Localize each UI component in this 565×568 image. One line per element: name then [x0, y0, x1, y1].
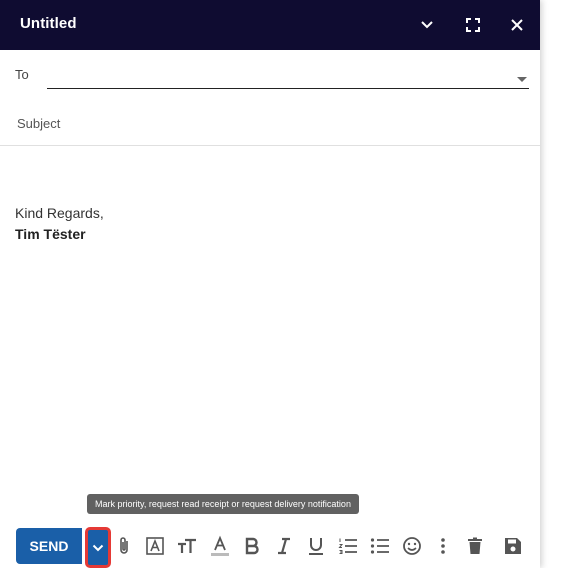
emoji-button[interactable] [400, 534, 424, 558]
save-icon [505, 538, 521, 554]
send-options-button[interactable] [85, 527, 111, 568]
text-box-icon [146, 537, 164, 555]
title-bar: Untitled [0, 0, 540, 50]
fullscreen-button[interactable] [461, 13, 485, 37]
signature-line: Kind Regards, [15, 205, 104, 221]
to-label: To [15, 67, 29, 82]
more-vertical-icon [441, 538, 445, 554]
compose-window: Untitled To Kind Regards, Tim Tëster [0, 0, 540, 568]
emoji-icon [403, 537, 421, 555]
italic-icon [278, 537, 290, 555]
underline-button[interactable] [304, 534, 328, 558]
message-body[interactable]: Kind Regards, Tim Tëster [15, 146, 525, 486]
numbered-list-icon [338, 538, 357, 554]
attach-button[interactable] [112, 534, 136, 558]
close-icon [511, 19, 523, 31]
italic-button[interactable] [272, 534, 296, 558]
text-size-button[interactable] [175, 534, 199, 558]
minimize-button[interactable] [415, 13, 439, 37]
bold-button[interactable] [240, 534, 264, 558]
signature-name: Tim Tëster [15, 226, 86, 242]
fullscreen-icon [466, 18, 480, 32]
subject-field[interactable] [15, 112, 529, 134]
chevron-down-icon [421, 21, 433, 29]
paperclip-icon [120, 537, 128, 554]
send-button[interactable]: SEND [16, 528, 82, 564]
subject-row [0, 98, 540, 146]
close-button[interactable] [505, 13, 529, 37]
text-size-icon [178, 538, 196, 553]
bulleted-list-button[interactable] [368, 534, 392, 558]
trash-icon [468, 537, 482, 554]
font-color-icon [211, 535, 229, 556]
bulleted-list-icon [370, 538, 389, 554]
save-draft-button[interactable] [501, 534, 525, 558]
discard-button[interactable] [463, 534, 487, 558]
to-dropdown-icon[interactable] [517, 70, 527, 88]
font-color-button[interactable] [208, 534, 232, 558]
bold-icon [245, 537, 259, 555]
tooltip: Mark priority, request read receipt or r… [87, 494, 359, 514]
numbered-list-button[interactable] [336, 534, 360, 558]
text-box-button[interactable] [143, 534, 167, 558]
window-title: Untitled [20, 15, 77, 32]
more-options-button[interactable] [431, 534, 455, 558]
chevron-down-icon [92, 544, 104, 551]
underline-icon [309, 538, 323, 555]
to-field[interactable] [47, 58, 529, 89]
to-row: To [0, 50, 540, 98]
